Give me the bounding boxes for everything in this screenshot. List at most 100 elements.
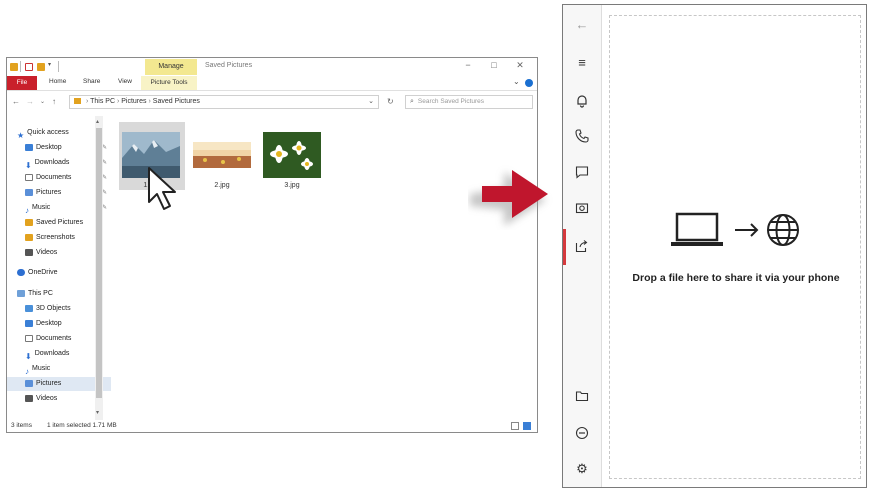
daisy-image-icon (263, 132, 321, 178)
scroll-up-icon[interactable]: ▴ (96, 118, 99, 125)
tab-view[interactable]: View (118, 78, 132, 85)
nav-label: Downloads (34, 159, 70, 166)
breadcrumb-pictures[interactable]: Pictures (121, 98, 146, 105)
globe-icon (767, 214, 799, 246)
nav-label: Music (32, 365, 51, 372)
star-icon: ★ (17, 130, 25, 140)
folder-icon (74, 98, 81, 105)
nav-label: Desktop (36, 320, 62, 327)
expand-ribbon-icon[interactable]: ⌄ (513, 77, 520, 86)
nav-onedrive[interactable]: OneDrive (7, 266, 103, 280)
forward-icon[interactable]: → (26, 97, 34, 106)
menu-icon[interactable]: ≡ (572, 53, 592, 73)
nav-label: This PC (28, 290, 53, 297)
nav-quick-access[interactable]: ★ Quick access (7, 126, 103, 140)
phone-icon[interactable] (572, 126, 592, 146)
active-indicator (563, 229, 566, 265)
nav-label: Pictures (36, 189, 62, 196)
tab-share[interactable]: Share (83, 78, 100, 85)
nav-label: Videos (36, 395, 58, 402)
new-folder-icon[interactable] (37, 63, 45, 71)
nav-label: Music (32, 204, 51, 211)
status-selection: 1 item selected 1.71 MB (47, 422, 117, 429)
sunset-field-image-icon (193, 142, 251, 168)
maximize-icon[interactable]: □ (487, 60, 501, 70)
status-item-count: 3 items (11, 422, 32, 429)
divider (20, 61, 21, 72)
nav-label: 3D Objects (36, 305, 71, 312)
minus-circle-icon[interactable] (572, 423, 592, 443)
file-thumbnail-2[interactable] (193, 132, 251, 178)
nav-label: Desktop (36, 144, 62, 151)
video-icon (25, 248, 33, 256)
message-icon[interactable] (572, 162, 592, 182)
gear-icon[interactable]: ⚙ (572, 459, 592, 479)
back-arrow-icon[interactable]: ← (572, 15, 592, 35)
share-icon[interactable] (572, 236, 592, 256)
tab-home[interactable]: Home (49, 78, 66, 85)
nav-label: OneDrive (28, 269, 58, 276)
download-icon: ⬇ (25, 160, 32, 170)
search-input[interactable]: ⌕ Search Saved Pictures (405, 95, 533, 109)
file-name-3[interactable]: 3.jpg (262, 182, 322, 189)
large-icons-view-icon[interactable] (523, 422, 531, 430)
mouse-cursor-icon (148, 167, 176, 210)
photo-icon[interactable] (572, 198, 592, 218)
cube-icon (25, 304, 33, 312)
tab-file[interactable]: File (7, 76, 37, 90)
drag-arrow-icon (470, 170, 548, 226)
folder-icon (25, 233, 33, 241)
file-explorer-window: ▾ Manage Saved Pictures − □ ✕ File Home … (6, 57, 538, 433)
video-icon (25, 394, 33, 402)
bell-icon[interactable] (572, 91, 592, 111)
recent-locations-icon[interactable]: ⌄ (40, 98, 45, 105)
music-icon: ♪ (25, 366, 29, 376)
nav-label: Documents (36, 174, 72, 181)
search-placeholder: Search Saved Pictures (417, 98, 485, 105)
folder-icon (10, 63, 18, 71)
right-arrow-icon (735, 223, 759, 237)
breadcrumb-this-pc[interactable]: This PC (90, 98, 115, 105)
manage-tab[interactable]: Manage (145, 59, 197, 75)
computer-icon (17, 289, 25, 297)
navigation-pane: ★ Quick access Desktop ✎ ⬇ Downloads ✎ Docum… (7, 116, 111, 420)
address-row: ← → ⌄ ↑ › This PC › Pictures › Saved Pic… (7, 91, 537, 113)
tab-picture-tools[interactable]: Picture Tools (141, 76, 197, 90)
nav-this-pc[interactable]: This PC (7, 287, 103, 301)
folder-icon[interactable] (572, 386, 592, 406)
desktop-icon (25, 319, 33, 327)
nav-label: Quick access (27, 129, 69, 136)
phone-link-panel: ← ≡ ⚙ Drop a file here to share it via y… (562, 4, 867, 488)
pictures-icon (25, 379, 33, 387)
desktop-icon (25, 143, 33, 151)
help-icon[interactable] (525, 79, 533, 87)
ribbon-tabs: File Home Share View Picture Tools ⌄ (7, 76, 537, 91)
up-icon[interactable]: ↑ (52, 97, 56, 106)
properties-icon[interactable] (25, 63, 33, 71)
phone-nav-rail: ← ≡ ⚙ (563, 5, 602, 487)
file-thumbnail-3[interactable] (263, 132, 321, 178)
refresh-icon[interactable]: ↻ (387, 97, 394, 106)
close-icon[interactable]: ✕ (513, 60, 527, 71)
nav-label: Screenshots (36, 234, 75, 241)
nav-label: Downloads (34, 350, 70, 357)
address-bar[interactable]: › This PC › Pictures › Saved Pictures ⌄ (69, 95, 379, 109)
scroll-down-icon[interactable]: ▾ (96, 409, 99, 416)
file-name-2[interactable]: 2.jpg (192, 182, 252, 189)
scrollbar-thumb[interactable] (96, 128, 102, 398)
title-bar: ▾ Manage Saved Pictures − □ ✕ (7, 58, 537, 76)
breadcrumb-saved-pictures[interactable]: Saved Pictures (153, 98, 200, 105)
search-icon: ⌕ (410, 98, 414, 105)
details-view-icon[interactable] (511, 422, 519, 430)
laptop-icon (671, 212, 723, 246)
folder-icon (25, 218, 33, 226)
minimize-icon[interactable]: − (461, 60, 475, 70)
pictures-icon (25, 188, 33, 196)
drop-zone[interactable]: Drop a file here to share it via your ph… (609, 15, 861, 479)
back-icon[interactable]: ← (12, 97, 20, 106)
document-icon (25, 173, 33, 181)
laptop-to-globe-icon (671, 212, 799, 246)
address-dropdown-icon[interactable]: ⌄ (368, 96, 374, 108)
drop-instruction-text: Drop a file here to share it via your ph… (632, 272, 840, 284)
quick-access-dropdown-icon[interactable]: ▾ (48, 61, 51, 68)
